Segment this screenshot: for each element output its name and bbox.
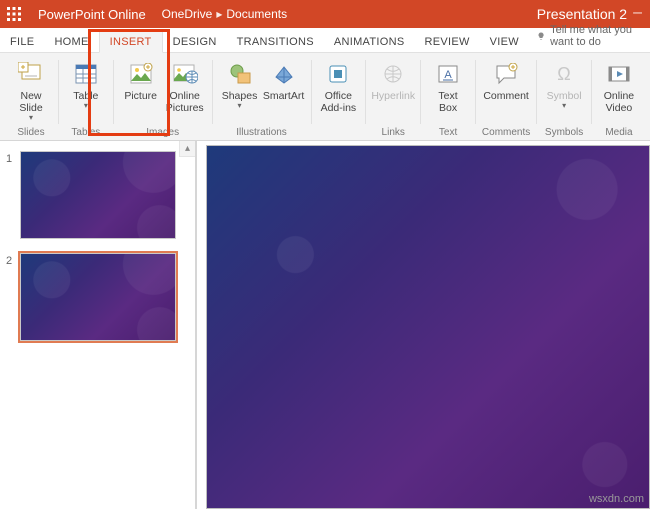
group-label-addins (317, 126, 359, 140)
app-launcher-icon[interactable] (0, 0, 28, 28)
group-images: Picture Online Pictures Images (114, 56, 212, 140)
thumbnail-2[interactable]: 2 (0, 249, 195, 351)
tab-file[interactable]: FILE (0, 31, 44, 52)
dropdown-icon: ▾ (238, 102, 242, 110)
breadcrumb-separator-icon: ▸ (216, 7, 222, 21)
tab-home[interactable]: HOME (44, 31, 98, 52)
slide-thumbnails-panel[interactable]: ▴ 1 2 (0, 141, 196, 509)
tab-review[interactable]: REVIEW (414, 31, 479, 52)
breadcrumb-folder[interactable]: Documents (226, 7, 287, 21)
online-pictures-label: Online Pictures (166, 90, 204, 114)
comment-button[interactable]: Comment (485, 56, 527, 103)
slide-background (207, 146, 649, 508)
text-box-button[interactable]: A Text Box (427, 56, 469, 115)
group-symbols: Ω Symbol ▾ Symbols (537, 56, 591, 140)
tab-design[interactable]: DESIGN (163, 31, 227, 52)
office-addins-button[interactable]: Office Add-ins (317, 56, 359, 115)
text-box-icon: A (434, 60, 462, 88)
tab-transitions[interactable]: TRANSITIONS (227, 31, 324, 52)
text-box-label: Text Box (430, 90, 466, 114)
tell-me-placeholder: Tell me what you want to do (550, 24, 642, 48)
tab-view[interactable]: VIEW (480, 31, 529, 52)
tell-me-search[interactable]: Tell me what you want to do (529, 24, 650, 52)
group-label-media: Media (598, 126, 640, 140)
scroll-up-icon[interactable]: ▴ (179, 141, 195, 157)
group-label-comments: Comments (482, 126, 530, 140)
online-pictures-icon (171, 60, 199, 88)
dropdown-icon: ▾ (84, 102, 88, 110)
smartart-button[interactable]: SmartArt (263, 56, 305, 103)
document-title-text: Presentation 2 (537, 6, 627, 22)
dropdown-icon: ▾ (29, 114, 33, 122)
smartart-label: SmartArt (263, 90, 304, 102)
slide-canvas[interactable] (196, 141, 650, 509)
canvas-divider (196, 141, 197, 509)
breadcrumb-root[interactable]: OneDrive (162, 7, 213, 21)
online-video-icon (605, 60, 633, 88)
table-button[interactable]: Table ▾ (65, 56, 107, 111)
thumbnail-number: 2 (6, 253, 20, 267)
office-addins-label: Office Add-ins (320, 90, 356, 114)
slide-preview (21, 152, 175, 238)
group-tables: Table ▾ Tables (59, 56, 113, 140)
online-pictures-button[interactable]: Online Pictures (164, 56, 206, 115)
picture-icon (127, 60, 155, 88)
svg-text:Ω: Ω (557, 64, 570, 84)
symbol-button: Ω Symbol ▾ (543, 56, 585, 111)
new-slide-label: New Slide (13, 90, 49, 114)
current-slide[interactable] (206, 145, 650, 509)
ribbon-tabs: FILE HOME INSERT DESIGN TRANSITIONS ANIM… (0, 28, 650, 53)
app-name: PowerPoint Online (28, 7, 156, 22)
group-media: Online Video Media (592, 56, 646, 140)
addins-icon (324, 60, 352, 88)
work-area: ▴ 1 2 (0, 141, 650, 509)
smartart-icon (270, 60, 298, 88)
group-slides: New Slide ▾ Slides (4, 56, 58, 140)
online-video-button[interactable]: Online Video (598, 56, 640, 115)
group-links: Hyperlink Links (366, 56, 420, 140)
new-slide-icon (17, 60, 45, 88)
online-video-label: Online Video (601, 90, 637, 114)
hyperlink-button: Hyperlink (372, 56, 414, 103)
group-label-tables: Tables (65, 126, 107, 140)
svg-text:A: A (444, 69, 452, 81)
picture-button[interactable]: Picture (120, 56, 162, 103)
comment-icon (492, 60, 520, 88)
group-label-illustrations: Illustrations (219, 126, 305, 140)
group-comments: Comment Comments (476, 56, 536, 140)
slide-preview (21, 254, 175, 340)
hyperlink-label: Hyperlink (371, 90, 415, 102)
group-label-links: Links (372, 126, 414, 140)
dropdown-icon: ▾ (562, 102, 566, 110)
shapes-button[interactable]: Shapes ▾ (219, 56, 261, 111)
thumbnail-number: 1 (6, 151, 20, 165)
picture-label: Picture (124, 90, 157, 102)
hyperlink-icon (379, 60, 407, 88)
group-illustrations: Shapes ▾ SmartArt Illustrations (213, 56, 311, 140)
breadcrumb[interactable]: OneDrive ▸ Documents (156, 7, 287, 21)
ribbon: New Slide ▾ Slides Table ▾ Tables (0, 53, 650, 141)
table-icon (72, 60, 100, 88)
shapes-icon (226, 60, 254, 88)
group-label-slides: Slides (10, 126, 52, 140)
lightbulb-icon (537, 30, 545, 42)
symbol-icon: Ω (550, 60, 578, 88)
tab-insert[interactable]: INSERT (99, 30, 163, 53)
comment-label: Comment (483, 90, 529, 102)
thumbnail-1[interactable]: 1 (0, 147, 195, 249)
group-label-images: Images (120, 126, 206, 140)
new-slide-button[interactable]: New Slide ▾ (10, 56, 52, 123)
title-dash: – (633, 4, 642, 22)
group-addins: Office Add-ins (311, 56, 365, 140)
group-text: A Text Box Text (421, 56, 475, 140)
tab-animations[interactable]: ANIMATIONS (324, 31, 415, 52)
group-label-text: Text (427, 126, 469, 140)
document-title[interactable]: Presentation 2 – (537, 5, 650, 23)
group-label-symbols: Symbols (543, 126, 585, 140)
watermark: wsxdn.com (589, 493, 644, 505)
